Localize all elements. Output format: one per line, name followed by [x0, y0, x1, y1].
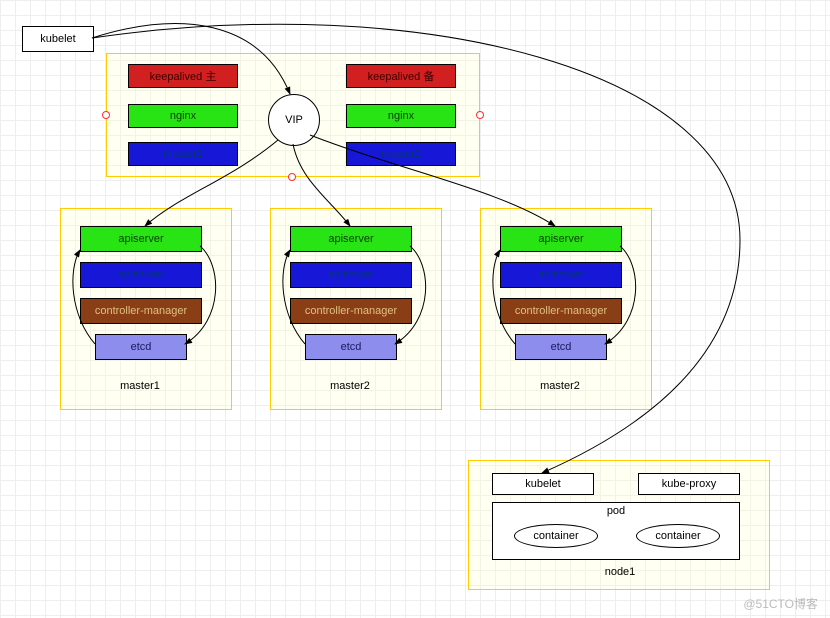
master2-controller-manager: controller-manager — [290, 298, 412, 324]
label: container — [533, 530, 578, 542]
master3-name: master2 — [530, 380, 590, 392]
keepalived-backup: keepalived 备 — [346, 64, 456, 88]
kubelet-external-box: kubelet — [22, 26, 94, 52]
master2-etcd: etcd — [305, 334, 397, 360]
label: container — [655, 530, 700, 542]
nginx-left-label: nginx — [170, 110, 196, 122]
master3-etcd: etcd — [515, 334, 607, 360]
node-kube-proxy: kube-proxy — [638, 473, 740, 495]
master1-name: master1 — [110, 380, 170, 392]
keepalived-primary: keepalived 主 — [128, 64, 238, 88]
label: apiserver — [328, 269, 373, 281]
label: etcd — [131, 341, 152, 353]
container-1: container — [514, 524, 598, 548]
selection-handle — [288, 173, 296, 181]
master2-apiserver2: apiserver — [290, 262, 412, 288]
label: etcd — [341, 341, 362, 353]
pod-label: pod — [607, 505, 625, 517]
label: controller-manager — [305, 305, 397, 317]
selection-handle — [476, 111, 484, 119]
node1-name: node1 — [590, 566, 650, 578]
node-kubelet: kubelet — [492, 473, 594, 495]
master2-vip: master2 — [346, 142, 456, 166]
nginx-left: nginx — [128, 104, 238, 128]
nginx-right: nginx — [346, 104, 456, 128]
nginx-right-label: nginx — [388, 110, 414, 122]
master1-apiserver2: apiserver — [80, 262, 202, 288]
master2-vip-label: master2 — [381, 148, 421, 160]
keepalived-primary-label: keepalived 主 — [150, 68, 217, 84]
master3-controller-manager: controller-manager — [500, 298, 622, 324]
kubelet-external-label: kubelet — [40, 33, 75, 45]
label: controller-manager — [515, 305, 607, 317]
label: apiserver — [328, 233, 373, 245]
label: kubelet — [525, 478, 560, 490]
master1-vip: master1 — [128, 142, 238, 166]
label: apiserver — [118, 233, 163, 245]
keepalived-backup-label: keepalived 备 — [368, 68, 435, 84]
master1-controller-manager: controller-manager — [80, 298, 202, 324]
master3-apiserver: apiserver — [500, 226, 622, 252]
master1-vip-label: master1 — [163, 148, 203, 160]
label: apiserver — [538, 233, 583, 245]
label: etcd — [551, 341, 572, 353]
watermark: @51CTO博客 — [743, 595, 818, 612]
master2-name: master2 — [320, 380, 380, 392]
container-2: container — [636, 524, 720, 548]
vip-circle: VIP — [268, 94, 320, 146]
label: apiserver — [118, 269, 163, 281]
vip-label: VIP — [285, 114, 303, 126]
label: kube-proxy — [662, 478, 716, 490]
master1-etcd: etcd — [95, 334, 187, 360]
master1-apiserver: apiserver — [80, 226, 202, 252]
master3-apiserver2: apiserver — [500, 262, 622, 288]
master2-apiserver: apiserver — [290, 226, 412, 252]
selection-handle — [102, 111, 110, 119]
label: apiserver — [538, 269, 583, 281]
label: controller-manager — [95, 305, 187, 317]
